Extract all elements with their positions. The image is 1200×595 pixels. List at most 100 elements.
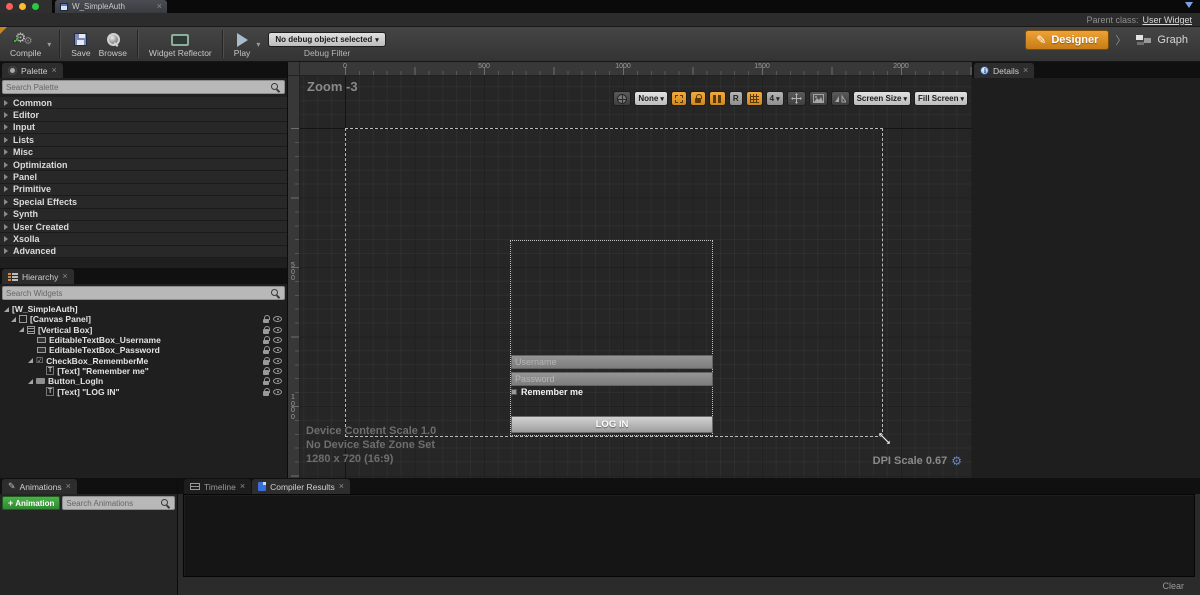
palette-category-lists[interactable]: Lists — [0, 134, 287, 146]
expander-right-icon[interactable] — [4, 248, 8, 254]
widget-bounds-button[interactable] — [787, 91, 806, 106]
timeline-tab-close-icon[interactable]: × — [240, 482, 245, 491]
mirror-preview-button[interactable] — [831, 91, 850, 106]
tree-row-editabletextbox-username[interactable]: EditableTextBox_Username — [0, 335, 287, 345]
widget-reflector-button[interactable]: Widget Reflector — [145, 29, 216, 59]
visibility-eye-icon[interactable] — [273, 378, 282, 384]
tree-row-text-log-in[interactable]: T [Text] "LOG IN" — [0, 386, 287, 396]
window-menu-icon[interactable] — [1184, 1, 1194, 10]
lock-widgets-button[interactable] — [690, 91, 706, 106]
graph-mode-button[interactable]: Graph — [1132, 31, 1192, 49]
palette-category-special-effects[interactable]: Special Effects — [0, 196, 287, 208]
visibility-eye-icon[interactable] — [273, 347, 282, 353]
expander-open-icon[interactable] — [28, 358, 33, 363]
lock-icon[interactable] — [262, 357, 270, 365]
animations-search-input[interactable] — [66, 497, 160, 509]
hierarchy-search-input[interactable] — [6, 287, 270, 299]
browse-button[interactable]: Browse — [95, 29, 131, 59]
remember-me-widget[interactable]: Remember me — [511, 387, 583, 397]
checkbox-icon[interactable] — [511, 389, 517, 395]
palette-category-user-created[interactable]: User Created — [0, 221, 287, 233]
compiler-tab-close-icon[interactable]: × — [339, 482, 344, 491]
vertical-box-selection-outline[interactable] — [510, 240, 713, 436]
dpi-settings-gear-icon[interactable]: ⚙ — [951, 455, 962, 467]
grid-snap-toggle-button[interactable] — [746, 91, 763, 106]
tree-row-canvas-panel[interactable]: [Canvas Panel] — [0, 314, 287, 324]
asset-tab[interactable]: W_SimpleAuth × — [55, 0, 167, 13]
tab-hierarchy[interactable]: Hierarchy × — [2, 269, 74, 284]
tab-details[interactable]: Details × — [974, 63, 1034, 78]
palette-category-editor[interactable]: Editor — [0, 109, 287, 121]
visibility-eye-icon[interactable] — [273, 358, 282, 364]
password-textbox-widget[interactable]: Password — [511, 372, 713, 386]
hierarchy-tab-close-icon[interactable]: × — [62, 272, 67, 281]
fill-screen-dropdown[interactable]: Fill Screen▾ — [914, 91, 968, 106]
expander-right-icon[interactable] — [4, 186, 8, 192]
lock-icon[interactable] — [262, 346, 270, 354]
tab-animations[interactable]: ✎ Animations × — [2, 479, 77, 494]
outline-toggle-button[interactable] — [671, 91, 687, 106]
tree-row-vertical-box[interactable]: [Vertical Box] — [0, 325, 287, 335]
clear-button[interactable]: Clear — [1162, 581, 1184, 591]
background-image-button[interactable] — [809, 91, 828, 106]
palette-category-xsolla[interactable]: Xsolla — [0, 233, 287, 245]
lock-icon[interactable] — [262, 326, 270, 334]
expander-right-icon[interactable] — [4, 112, 8, 118]
palette-category-misc[interactable]: Misc — [0, 147, 287, 159]
maximize-window-button[interactable] — [32, 3, 39, 10]
save-button[interactable]: Save — [67, 29, 94, 59]
expander-right-icon[interactable] — [4, 199, 8, 205]
tree-row-button-login[interactable]: Button_LogIn — [0, 376, 287, 386]
hierarchy-search[interactable] — [2, 286, 285, 300]
expander-right-icon[interactable] — [4, 224, 8, 230]
lock-icon[interactable] — [262, 377, 270, 385]
grid-snap-size-dropdown[interactable]: 4▾ — [766, 91, 784, 106]
animations-tab-close-icon[interactable]: × — [66, 482, 71, 491]
expander-right-icon[interactable] — [4, 100, 8, 106]
play-button[interactable]: Play — [230, 29, 255, 59]
respect-locks-button[interactable] — [709, 91, 726, 106]
expander-right-icon[interactable] — [4, 162, 8, 168]
tree-row-text-remember-me[interactable]: T [Text] "Remember me" — [0, 366, 287, 376]
visibility-eye-icon[interactable] — [273, 316, 282, 322]
expander-right-icon[interactable] — [4, 236, 8, 242]
designer-mode-button[interactable]: ✎ Designer — [1025, 30, 1109, 50]
expander-open-icon[interactable] — [28, 379, 33, 384]
expander-right-icon[interactable] — [4, 174, 8, 180]
palette-category-input[interactable]: Input — [0, 122, 287, 134]
palette-search[interactable] — [2, 80, 285, 94]
login-button-widget[interactable]: LOG IN — [511, 416, 713, 433]
compiler-results-log[interactable] — [183, 494, 1195, 577]
palette-tab-close-icon[interactable]: × — [51, 66, 56, 75]
add-animation-button[interactable]: + Animation — [2, 496, 60, 510]
palette-category-primitive[interactable]: Primitive — [0, 184, 287, 196]
tab-compiler-results[interactable]: Compiler Results × — [252, 479, 350, 494]
visibility-eye-icon[interactable] — [273, 389, 282, 395]
username-textbox-widget[interactable]: Username — [511, 355, 713, 369]
localization-preview-button[interactable] — [613, 91, 631, 106]
tab-palette[interactable]: Palette × — [2, 63, 63, 78]
expander-open-icon[interactable] — [11, 317, 16, 322]
visibility-eye-icon[interactable] — [273, 327, 282, 333]
debug-object-dropdown[interactable]: No debug object selected▾ — [268, 32, 385, 47]
compile-button[interactable]: ⚙⚙✓ Compile — [6, 29, 45, 59]
palette-category-synth[interactable]: Synth — [0, 209, 287, 221]
expander-right-icon[interactable] — [4, 149, 8, 155]
tree-row-root[interactable]: [W_SimpleAuth] — [0, 304, 287, 314]
tab-timeline[interactable]: Timeline × — [184, 479, 251, 494]
expander-open-icon[interactable] — [4, 307, 9, 312]
flow-direction-dropdown[interactable]: None▾ — [634, 91, 668, 106]
close-window-button[interactable] — [6, 3, 13, 10]
parent-class-link[interactable]: User Widget — [1142, 15, 1192, 25]
lock-icon[interactable] — [262, 315, 270, 323]
palette-category-panel[interactable]: Panel — [0, 171, 287, 183]
visibility-eye-icon[interactable] — [273, 337, 282, 343]
expander-right-icon[interactable] — [4, 124, 8, 130]
palette-category-advanced[interactable]: Advanced — [0, 246, 287, 258]
lock-icon[interactable] — [262, 336, 270, 344]
rotation-mode-button[interactable]: R — [729, 91, 743, 106]
visibility-eye-icon[interactable] — [273, 368, 282, 374]
animations-search[interactable] — [62, 496, 175, 510]
asset-tab-close-icon[interactable]: × — [157, 2, 162, 11]
palette-category-common[interactable]: Common — [0, 97, 287, 109]
